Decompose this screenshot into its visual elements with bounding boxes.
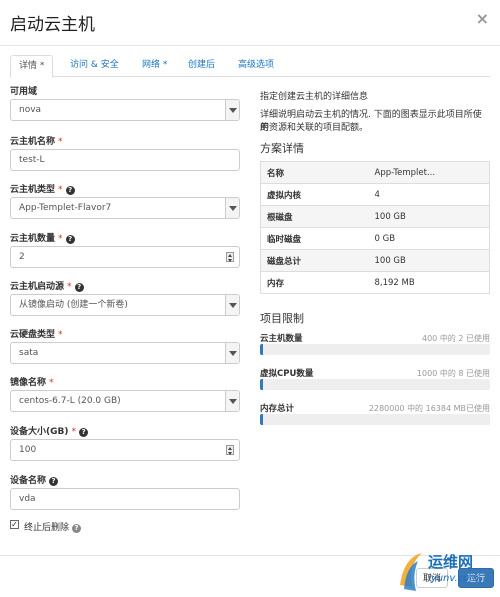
device-size-stepper[interactable]: 100 <box>10 439 240 461</box>
quota-bar-ram <box>260 414 490 425</box>
chevron-down-icon <box>225 343 239 363</box>
quota-used-vcpus: 1000 中的 8 已使用 <box>416 369 490 378</box>
modal-title: 启动云主机 <box>10 15 95 35</box>
device-size-value: 100 <box>19 445 37 455</box>
quota-bar-instances <box>260 344 490 355</box>
quota-fill-instances <box>260 344 263 355</box>
launch-button[interactable]: 运行 <box>458 568 494 588</box>
flavor-details-title: 方案详情 <box>260 142 304 155</box>
quota-fill-ram <box>260 414 263 425</box>
quota-title: 项目限制 <box>260 312 304 325</box>
flavor-label: 云主机类型 *? <box>10 182 75 195</box>
table-row: 临时磁盘 0 GB <box>260 227 490 250</box>
boot-source-select[interactable]: 从镜像启动 (创建一个新卷) <box>10 294 240 316</box>
boot-source-value: 从镜像启动 (创建一个新卷) <box>19 300 128 310</box>
instance-name-label: 云主机名称 * <box>10 137 63 147</box>
image-name-select[interactable]: centos-6.7-L (20.0 GB) <box>10 390 240 412</box>
quota-label-vcpus: 虚拟CPU数量 <box>260 369 314 379</box>
flavor-select[interactable]: App-Templet-Flavor7 <box>10 197 240 219</box>
tab-access-security[interactable]: 访问 & 安全 <box>62 55 127 77</box>
table-row: 根磁盘 100 GB <box>260 205 490 228</box>
device-name-value: vda <box>19 494 36 504</box>
spinner-icon[interactable] <box>226 252 234 262</box>
image-name-value: centos-6.7-L (20.0 GB) <box>19 396 121 406</box>
availability-zone-value: nova <box>19 105 42 115</box>
delete-on-terminate-label: 终止后删除? <box>24 520 82 533</box>
close-icon[interactable]: × <box>476 11 489 27</box>
quota-used-ram: 2280000 中的 16384 MB已使用 <box>368 404 490 413</box>
quota-used-instances: 400 中的 2 已使用 <box>422 334 490 343</box>
tab-details[interactable]: 详情 * <box>10 55 54 78</box>
instance-count-value: 2 <box>19 252 25 262</box>
chevron-down-icon <box>225 295 239 315</box>
info-heading: 指定创建云主机的详细信息 <box>260 92 369 102</box>
boot-source-label: 云主机启动源 *? <box>10 279 84 292</box>
modal-footer: 取消 运行 <box>0 555 500 597</box>
table-row: 磁盘总计 100 GB <box>260 249 490 272</box>
modal-header: 启动云主机 × <box>0 0 500 46</box>
help-icon[interactable]: ? <box>79 428 89 437</box>
device-name-label: 设备名称? <box>10 473 59 486</box>
tab-advanced-options[interactable]: 高级选项 <box>230 55 282 77</box>
help-icon[interactable]: ? <box>74 283 84 292</box>
chevron-down-icon <box>225 391 239 411</box>
availability-zone-select[interactable]: nova <box>10 99 240 121</box>
spinner-icon[interactable] <box>226 445 234 455</box>
instance-name-value: test-L <box>19 155 45 165</box>
table-row: 虚拟内核 4 <box>260 183 490 206</box>
cancel-button[interactable]: 取消 <box>416 568 449 588</box>
volume-type-value: sata <box>19 348 39 358</box>
flavor-value: App-Templet-Flavor7 <box>19 203 112 213</box>
quota-label-instances: 云主机数量 <box>260 334 303 344</box>
instance-count-stepper[interactable]: 2 <box>10 246 240 268</box>
chevron-down-icon <box>225 198 239 218</box>
device-size-label: 设备大小(GB) *? <box>10 424 89 437</box>
instance-count-label: 云主机数量 *? <box>10 231 75 244</box>
instance-name-input[interactable]: test-L <box>10 149 240 171</box>
quota-bar-vcpus <box>260 379 490 390</box>
image-name-label: 镜像名称 * <box>10 378 54 388</box>
tab-bar: 详情 * 访问 & 安全 网络 * 创建后 高级选项 <box>10 55 490 78</box>
delete-on-terminate-checkbox[interactable]: ✓ <box>10 520 19 529</box>
quota-fill-vcpus <box>260 379 263 390</box>
volume-type-select[interactable]: sata <box>10 342 240 364</box>
table-row: 名称 App-Templet... <box>260 161 490 184</box>
info-desc-line2: 的资源和关联的项目配额。 <box>260 123 369 133</box>
table-row: 内存 8,192 MB <box>260 271 490 294</box>
volume-type-label: 云硬盘类型 * <box>10 330 63 340</box>
device-name-input[interactable]: vda <box>10 488 240 510</box>
tab-post-creation[interactable]: 创建后 <box>180 55 223 77</box>
quota-label-ram: 内存总计 <box>260 404 295 414</box>
help-icon[interactable]: ? <box>65 186 75 195</box>
chevron-down-icon <box>225 100 239 120</box>
help-icon[interactable]: ? <box>49 477 59 486</box>
flavor-details-table: 名称 App-Templet... 虚拟内核 4 根磁盘 100 GB 临时磁盘 0 G… <box>260 161 490 294</box>
help-icon[interactable]: ? <box>72 524 82 533</box>
availability-zone-label: 可用域 <box>10 87 38 97</box>
help-icon[interactable]: ? <box>65 235 75 244</box>
tab-networking[interactable]: 网络 * <box>134 55 175 77</box>
